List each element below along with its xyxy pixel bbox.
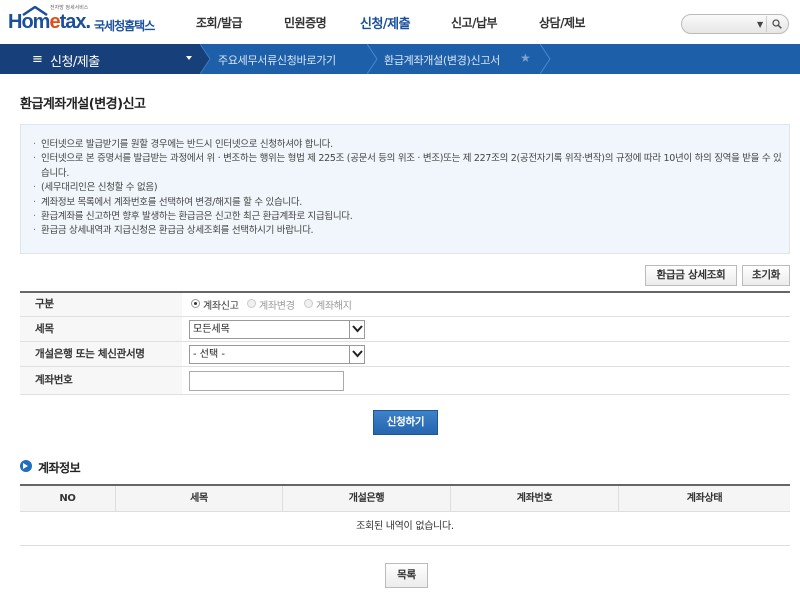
breadcrumb-separator-icon xyxy=(367,44,378,74)
notice-item: 계좌정보 목록에서 계좌번호를 선택하여 변경/해지를 할 수 있습니다. xyxy=(33,196,788,211)
refund-detail-button[interactable]: 환급금 상세조회 xyxy=(645,265,737,286)
breadcrumb-bar: ≡ 신청/제출 주요세무서류신청바로가기 환급계좌개설(변경)신고서 ★ xyxy=(0,44,800,74)
breadcrumb-item-current[interactable]: 환급계좌개설(변경)신고서 xyxy=(384,52,500,68)
notice-item: 환급금 상세내역과 지급신청은 환급금 상세조회를 선택하시기 바랍니다. xyxy=(33,224,788,239)
reset-button[interactable]: 초기화 xyxy=(742,265,790,286)
gnb-item-filing[interactable]: 신고/납부 xyxy=(451,14,498,31)
tax-select-value: 모든세목 xyxy=(193,324,230,335)
column-header-status: 계좌상태 xyxy=(686,493,723,504)
account-form: 구분 계좌신고 계좌변경 계좌해지 세목 모든세목 개설은행 또는 체신관서명 … xyxy=(20,291,790,395)
column-header-no: NO xyxy=(20,486,116,512)
section-title-account-info: 계좌정보 xyxy=(38,461,81,475)
form-row-type: 구분 계좌신고 계좌변경 계좌해지 xyxy=(20,293,790,317)
account-number-input[interactable] xyxy=(189,371,344,391)
menu-selector[interactable]: ≡ 신청/제출 xyxy=(0,44,200,74)
notice-item: (세무대리인은 신청할 수 없음) xyxy=(33,181,788,196)
bank-select-value: - 선택 - xyxy=(193,349,225,360)
menu-icon: ≡ xyxy=(32,52,43,67)
hometax-logo[interactable]: 전자방 정세서비스 Hometax. 국세청홈택스 xyxy=(8,4,158,40)
form-row-tax: 세목 모든세목 xyxy=(20,317,790,342)
search-icon xyxy=(772,19,782,29)
search-input[interactable]: ▼ xyxy=(681,14,789,34)
logo-tagline: 전자방 정세서비스 xyxy=(50,5,89,11)
logo-brand: Hometax. xyxy=(8,11,91,34)
breadcrumb-separator-icon xyxy=(540,44,551,74)
account-label: 계좌번호 xyxy=(20,367,182,394)
logo-brand-part: tax. xyxy=(59,11,91,33)
column-header-account: 계좌번호 xyxy=(451,486,619,512)
gnb-item-application[interactable]: 신청/제출 xyxy=(360,13,411,32)
chevron-down-icon xyxy=(186,56,192,60)
tax-label: 세목 xyxy=(20,317,182,341)
page-title: 환급계좌개설(변경)신고 xyxy=(20,97,146,112)
dropdown-button[interactable] xyxy=(349,321,364,338)
notice-item: 인터넷으로 발급받기를 원할 경우에는 반드시 인터넷으로 신청하셔야 합니다. xyxy=(33,138,788,153)
search-button[interactable] xyxy=(766,16,786,32)
empty-message: 조회된 내역이 없습니다. xyxy=(20,512,790,546)
form-row-bank: 개설은행 또는 체신관서명 - 선택 - xyxy=(20,342,790,367)
notice-item: 인터넷으로 본 증명서를 발급받는 과정에서 위 · 변조하는 행위는 형법 제… xyxy=(33,152,788,181)
section-bullet-icon xyxy=(20,460,32,472)
radio-account-close[interactable] xyxy=(304,299,313,308)
gnb-item-consult[interactable]: 상담/제보 xyxy=(539,14,586,31)
chevron-down-icon xyxy=(352,325,363,333)
column-header-bank: 개설은행 xyxy=(283,486,451,512)
gnb-item-lookup[interactable]: 조회/발급 xyxy=(196,14,243,31)
bank-select[interactable]: - 선택 - xyxy=(189,345,365,364)
radio-account-change[interactable] xyxy=(247,299,256,308)
form-row-account: 계좌번호 xyxy=(20,367,790,395)
logo-brand-part: Hom xyxy=(8,11,50,33)
radio-label[interactable]: 계좌해지 xyxy=(316,297,352,312)
table-header: NO 세목 개설은행 계좌번호 계좌상태 xyxy=(20,486,790,512)
breadcrumb-item[interactable]: 주요세무서류신청바로가기 xyxy=(218,52,336,68)
column-header-tax: 세목 xyxy=(116,486,283,512)
account-info-table: NO 세목 개설은행 계좌번호 계좌상태 조회된 내역이 없습니다. xyxy=(20,484,790,546)
favorite-star-icon[interactable]: ★ xyxy=(520,51,531,65)
type-label: 구분 xyxy=(20,293,182,316)
apply-button[interactable]: 신청하기 xyxy=(373,410,438,435)
notice-list: 인터넷으로 발급받기를 원할 경우에는 반드시 인터넷으로 신청하셔야 합니다.… xyxy=(33,138,788,239)
radio-label[interactable]: 계좌변경 xyxy=(259,297,295,312)
breadcrumb-separator-icon xyxy=(200,44,211,74)
dropdown-button[interactable] xyxy=(349,346,364,363)
menu-title: 신청/제출 xyxy=(50,55,100,70)
logo-subtitle: 국세청홈택스 xyxy=(94,19,155,33)
list-button[interactable]: 목록 xyxy=(385,563,428,588)
search-dropdown-icon[interactable]: ▼ xyxy=(757,20,763,29)
logo-brand-e: e xyxy=(49,11,60,33)
notice-box: 인터넷으로 발급받기를 원할 경우에는 반드시 인터넷으로 신청하셔야 합니다.… xyxy=(20,124,790,254)
bank-label: 개설은행 또는 체신관서명 xyxy=(20,342,182,366)
chevron-down-icon xyxy=(352,350,363,358)
radio-account-register[interactable] xyxy=(191,299,200,308)
radio-label[interactable]: 계좌신고 xyxy=(203,297,239,312)
tax-select[interactable]: 모든세목 xyxy=(189,320,365,339)
site-header: 전자방 정세서비스 Hometax. 국세청홈택스 조회/발급 민원증명 신청/… xyxy=(0,0,800,44)
gnb-item-certificates[interactable]: 민원증명 xyxy=(284,14,327,31)
notice-item: 환급계좌를 신고하면 향후 발생하는 환급금은 신고한 최근 환급계좌로 지급됩… xyxy=(33,210,788,225)
